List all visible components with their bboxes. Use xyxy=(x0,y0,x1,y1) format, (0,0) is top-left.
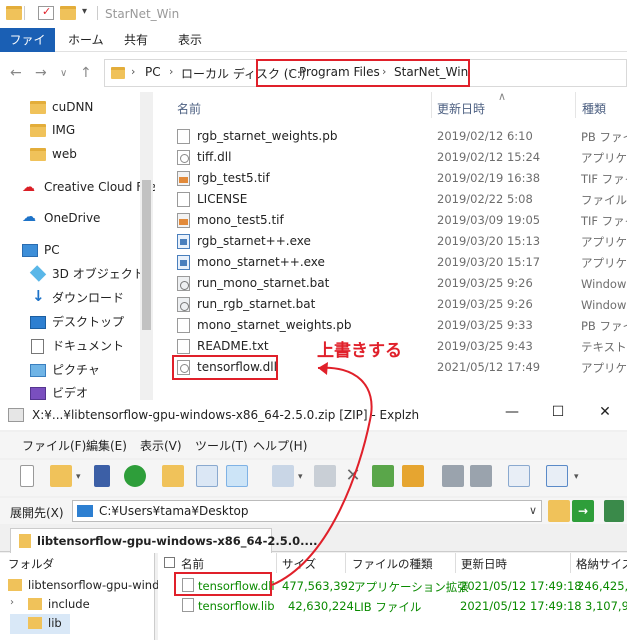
drag-arrow-path xyxy=(271,366,373,586)
drag-arrow xyxy=(271,362,373,586)
arrow-head-icon xyxy=(318,362,328,375)
